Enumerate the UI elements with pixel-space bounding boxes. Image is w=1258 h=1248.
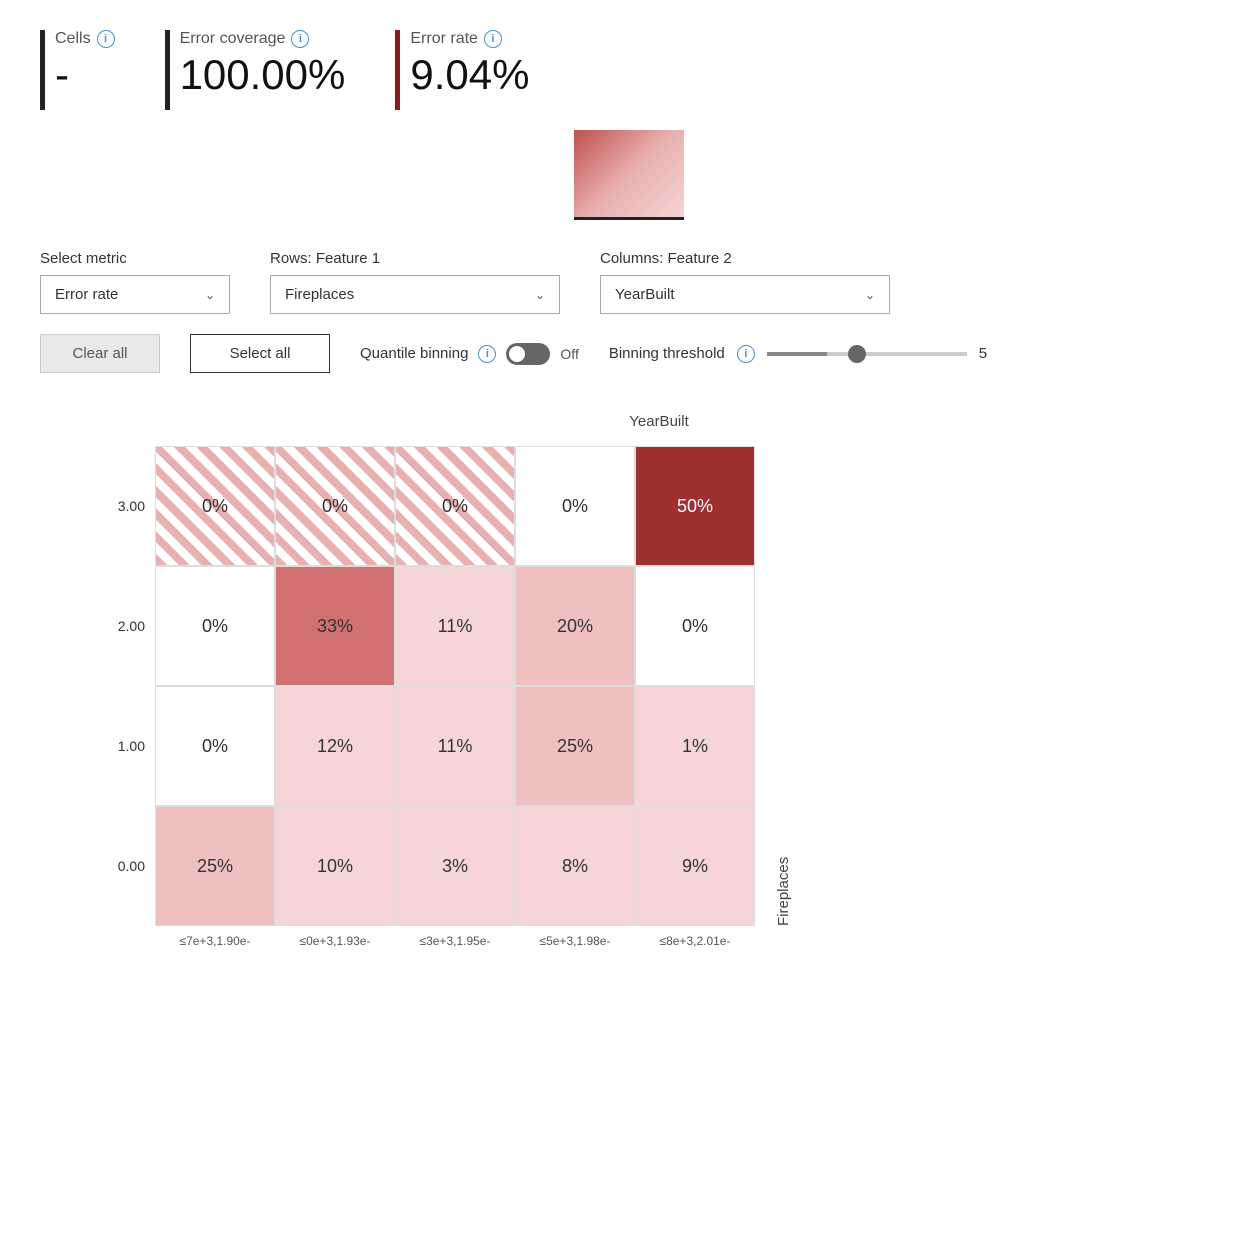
- heatmap-cell[interactable]: 0%: [155, 566, 275, 686]
- toggle-off-label: Off: [560, 346, 578, 362]
- heatmap-cell[interactable]: 11%: [395, 686, 515, 806]
- heatmap-cell[interactable]: 20%: [515, 566, 635, 686]
- cells-metric: Cells i -: [40, 30, 115, 110]
- heatmap-col-axis-label: YearBuilt: [100, 413, 1218, 430]
- cols-control-group: Columns: Feature 2 YearBuilt ⌄: [600, 250, 890, 314]
- heatmap-cell[interactable]: 8%: [515, 806, 635, 926]
- error-rate-metric: Error rate i 9.04%: [395, 30, 529, 110]
- metrics-row: Cells i - Error coverage i 100.00% Error…: [40, 30, 1218, 110]
- x-label: ≤5e+3,1.98e-: [515, 934, 635, 948]
- error-coverage-value: 100.00%: [180, 54, 346, 96]
- x-label: ≤0e+3,1.93e-: [275, 934, 395, 948]
- heatmap-cell[interactable]: 3%: [395, 806, 515, 926]
- heatmap-cell[interactable]: 11%: [395, 566, 515, 686]
- metric-dropdown-value: Error rate: [55, 286, 118, 303]
- x-label: ≤8e+3,2.01e-: [635, 934, 755, 948]
- error-rate-info-icon[interactable]: i: [484, 30, 502, 48]
- x-label: ≤7e+3,1.90e-: [155, 934, 275, 948]
- clear-all-button[interactable]: Clear all: [40, 334, 160, 373]
- rows-chevron-icon: ⌄: [535, 288, 545, 302]
- metric-control-group: Select metric Error rate ⌄: [40, 250, 230, 314]
- error-coverage-label: Error coverage i: [180, 30, 346, 48]
- error-rate-label-text: Error rate: [410, 30, 478, 48]
- heatmap-cell[interactable]: 0%: [395, 446, 515, 566]
- heatmap-grid[interactable]: 0%0%0%0%50%0%33%11%20%0%0%12%11%25%1%25%…: [155, 446, 755, 926]
- legend-line: [574, 217, 684, 220]
- metric-control-label: Select metric: [40, 250, 230, 267]
- heatmap-cell[interactable]: 0%: [635, 566, 755, 686]
- error-rate-label: Error rate i: [410, 30, 529, 48]
- cells-label-text: Cells: [55, 30, 91, 48]
- heatmap-cell[interactable]: 10%: [275, 806, 395, 926]
- cells-label: Cells i: [55, 30, 115, 48]
- heatmap-cell[interactable]: 25%: [515, 686, 635, 806]
- heatmap-cell[interactable]: 9%: [635, 806, 755, 926]
- cols-control-label: Columns: Feature 2: [600, 250, 890, 267]
- error-coverage-label-text: Error coverage: [180, 30, 286, 48]
- heatmap-cell[interactable]: 0%: [155, 686, 275, 806]
- color-legend: [574, 130, 684, 220]
- quantile-toggle[interactable]: [506, 343, 550, 365]
- cols-dropdown[interactable]: YearBuilt ⌄: [600, 275, 890, 314]
- y-label: 3.00: [100, 498, 145, 514]
- heatmap-section: YearBuilt 3.002.001.000.00 0%0%0%0%50%0%…: [40, 413, 1218, 948]
- cells-info-icon[interactable]: i: [97, 30, 115, 48]
- error-coverage-info-icon[interactable]: i: [291, 30, 309, 48]
- binning-threshold-label: Binning threshold: [609, 345, 725, 362]
- heatmap-y-labels: 3.00 2.00 1.00 0.00: [100, 446, 145, 926]
- y-label: 2.00: [100, 618, 145, 634]
- rows-dropdown[interactable]: Fireplaces ⌄: [270, 275, 560, 314]
- metric-dropdown[interactable]: Error rate ⌄: [40, 275, 230, 314]
- quantile-binning-label: Quantile binning: [360, 345, 468, 362]
- heatmap-grid-wrapper: 3.002.001.000.00 0%0%0%0%50%0%33%11%20%0…: [100, 446, 1218, 926]
- rows-control-label: Rows: Feature 1: [270, 250, 560, 267]
- heatmap-cell[interactable]: 25%: [155, 806, 275, 926]
- cols-dropdown-value: YearBuilt: [615, 286, 675, 303]
- rows-dropdown-value: Fireplaces: [285, 286, 354, 303]
- heatmap-cell[interactable]: 0%: [515, 446, 635, 566]
- binning-threshold-group: Binning threshold i 5: [609, 345, 999, 363]
- heatmap-cell[interactable]: 1%: [635, 686, 755, 806]
- actions-row: Clear all Select all Quantile binning i …: [40, 334, 1218, 373]
- toggle-track[interactable]: [506, 343, 550, 365]
- error-rate-value: 9.04%: [410, 54, 529, 96]
- y-label: 0.00: [100, 858, 145, 874]
- binning-info-icon[interactable]: i: [737, 345, 755, 363]
- error-coverage-bar: [165, 30, 170, 110]
- quantile-binning-group: Quantile binning i Off: [360, 343, 579, 365]
- toggle-thumb: [509, 346, 525, 362]
- metric-chevron-icon: ⌄: [205, 288, 215, 302]
- quantile-info-icon[interactable]: i: [478, 345, 496, 363]
- legend-container: [40, 130, 1218, 220]
- error-coverage-metric: Error coverage i 100.00%: [165, 30, 346, 110]
- heatmap-cell[interactable]: 0%: [155, 446, 275, 566]
- heatmap-x-labels: ≤7e+3,1.90e-≤0e+3,1.93e-≤3e+3,1.95e-≤5e+…: [155, 934, 1218, 948]
- controls-row: Select metric Error rate ⌄ Rows: Feature…: [40, 250, 1218, 314]
- cells-bar: [40, 30, 45, 110]
- heatmap-cell[interactable]: 33%: [275, 566, 395, 686]
- error-rate-bar: [395, 30, 400, 110]
- cells-value: -: [55, 54, 115, 96]
- cols-chevron-icon: ⌄: [865, 288, 875, 302]
- binning-slider[interactable]: [767, 352, 967, 356]
- heatmap-cell[interactable]: 0%: [275, 446, 395, 566]
- select-all-button[interactable]: Select all: [190, 334, 330, 373]
- binning-value: 5: [979, 345, 999, 362]
- heatmap-cell[interactable]: 50%: [635, 446, 755, 566]
- heatmap-row-axis-label: Fireplaces: [775, 446, 792, 926]
- rows-control-group: Rows: Feature 1 Fireplaces ⌄: [270, 250, 560, 314]
- heatmap-cell[interactable]: 12%: [275, 686, 395, 806]
- y-label: 1.00: [100, 738, 145, 754]
- x-label: ≤3e+3,1.95e-: [395, 934, 515, 948]
